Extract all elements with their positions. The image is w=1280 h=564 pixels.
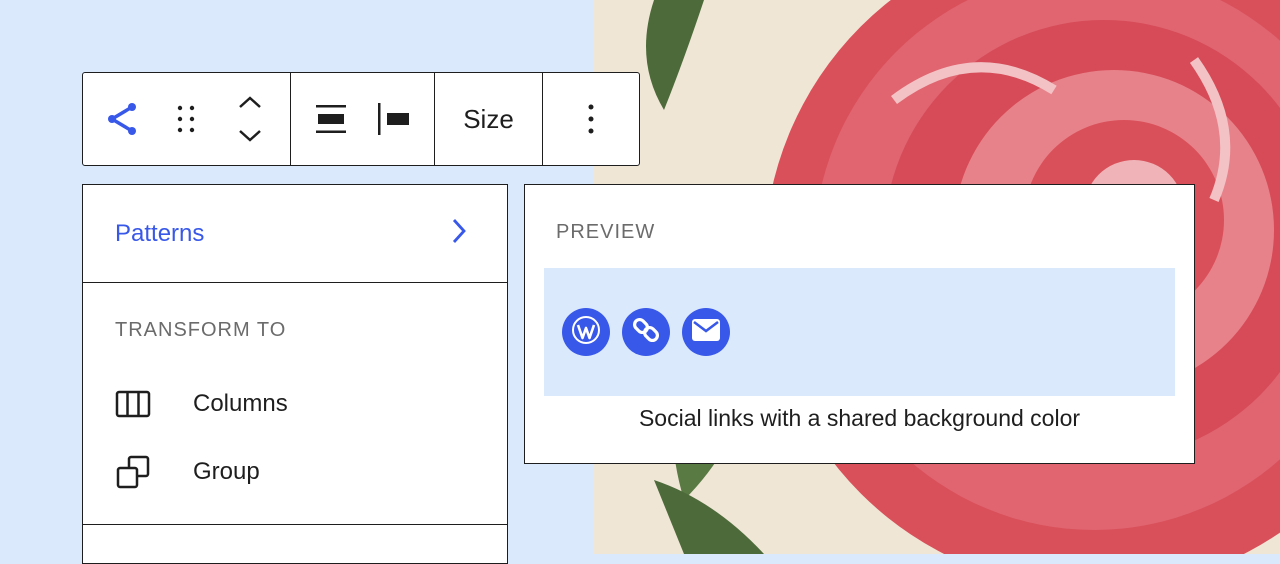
transform-columns-item[interactable]: Columns <box>115 370 475 438</box>
move-down-button[interactable] <box>237 119 263 153</box>
mail-social-link[interactable] <box>682 308 730 356</box>
wordpress-icon <box>571 315 601 350</box>
patterns-label: Patterns <box>115 219 205 247</box>
menu-item-label: Group <box>193 458 260 485</box>
link-icon <box>631 315 661 350</box>
more-options-button[interactable] <box>543 73 639 165</box>
preview-caption: Social links with a shared background co… <box>638 405 1081 431</box>
block-mover <box>210 73 290 165</box>
justify-space-between-button[interactable] <box>291 73 371 165</box>
toolbar-block-group <box>83 73 291 165</box>
share-icon <box>105 101 139 137</box>
mail-icon <box>691 318 721 347</box>
preview-area <box>544 268 1175 396</box>
toolbar-options-group <box>543 73 639 165</box>
toolbar-size-group: Size <box>435 73 543 165</box>
link-social-link[interactable] <box>622 308 670 356</box>
chevron-down-icon <box>237 128 263 144</box>
drag-handle-button[interactable] <box>161 73 211 165</box>
columns-icon <box>115 386 151 422</box>
block-switcher-menu: Patterns TRANSFORM TO Columns Group <box>82 184 508 564</box>
justify-left-icon <box>377 102 411 136</box>
menu-item-label: Columns <box>193 390 288 417</box>
move-up-button[interactable] <box>237 85 263 119</box>
toolbar-justification-group <box>291 73 435 165</box>
wordpress-social-link[interactable] <box>562 308 610 356</box>
transform-to-section: TRANSFORM TO Columns Group <box>83 283 507 525</box>
transform-to-heading: TRANSFORM TO <box>115 319 287 341</box>
drag-handle-icon <box>176 104 196 134</box>
chevron-right-icon <box>451 218 467 249</box>
transform-group-item[interactable]: Group <box>115 438 475 506</box>
group-icon <box>115 454 151 490</box>
preview-heading: PREVIEW <box>556 221 656 243</box>
patterns-menu-item[interactable]: Patterns <box>83 185 507 283</box>
more-vertical-icon <box>587 103 595 135</box>
justify-space-between-icon <box>315 104 347 134</box>
pattern-preview-panel: PREVIEW Social links with a shared backg… <box>524 184 1195 464</box>
share-block-button[interactable] <box>83 73 161 165</box>
justify-left-button[interactable] <box>371 73 417 165</box>
size-label: Size <box>463 103 514 134</box>
size-button[interactable]: Size <box>435 73 542 165</box>
chevron-up-icon <box>237 94 263 110</box>
block-toolbar: Size <box>82 72 640 166</box>
